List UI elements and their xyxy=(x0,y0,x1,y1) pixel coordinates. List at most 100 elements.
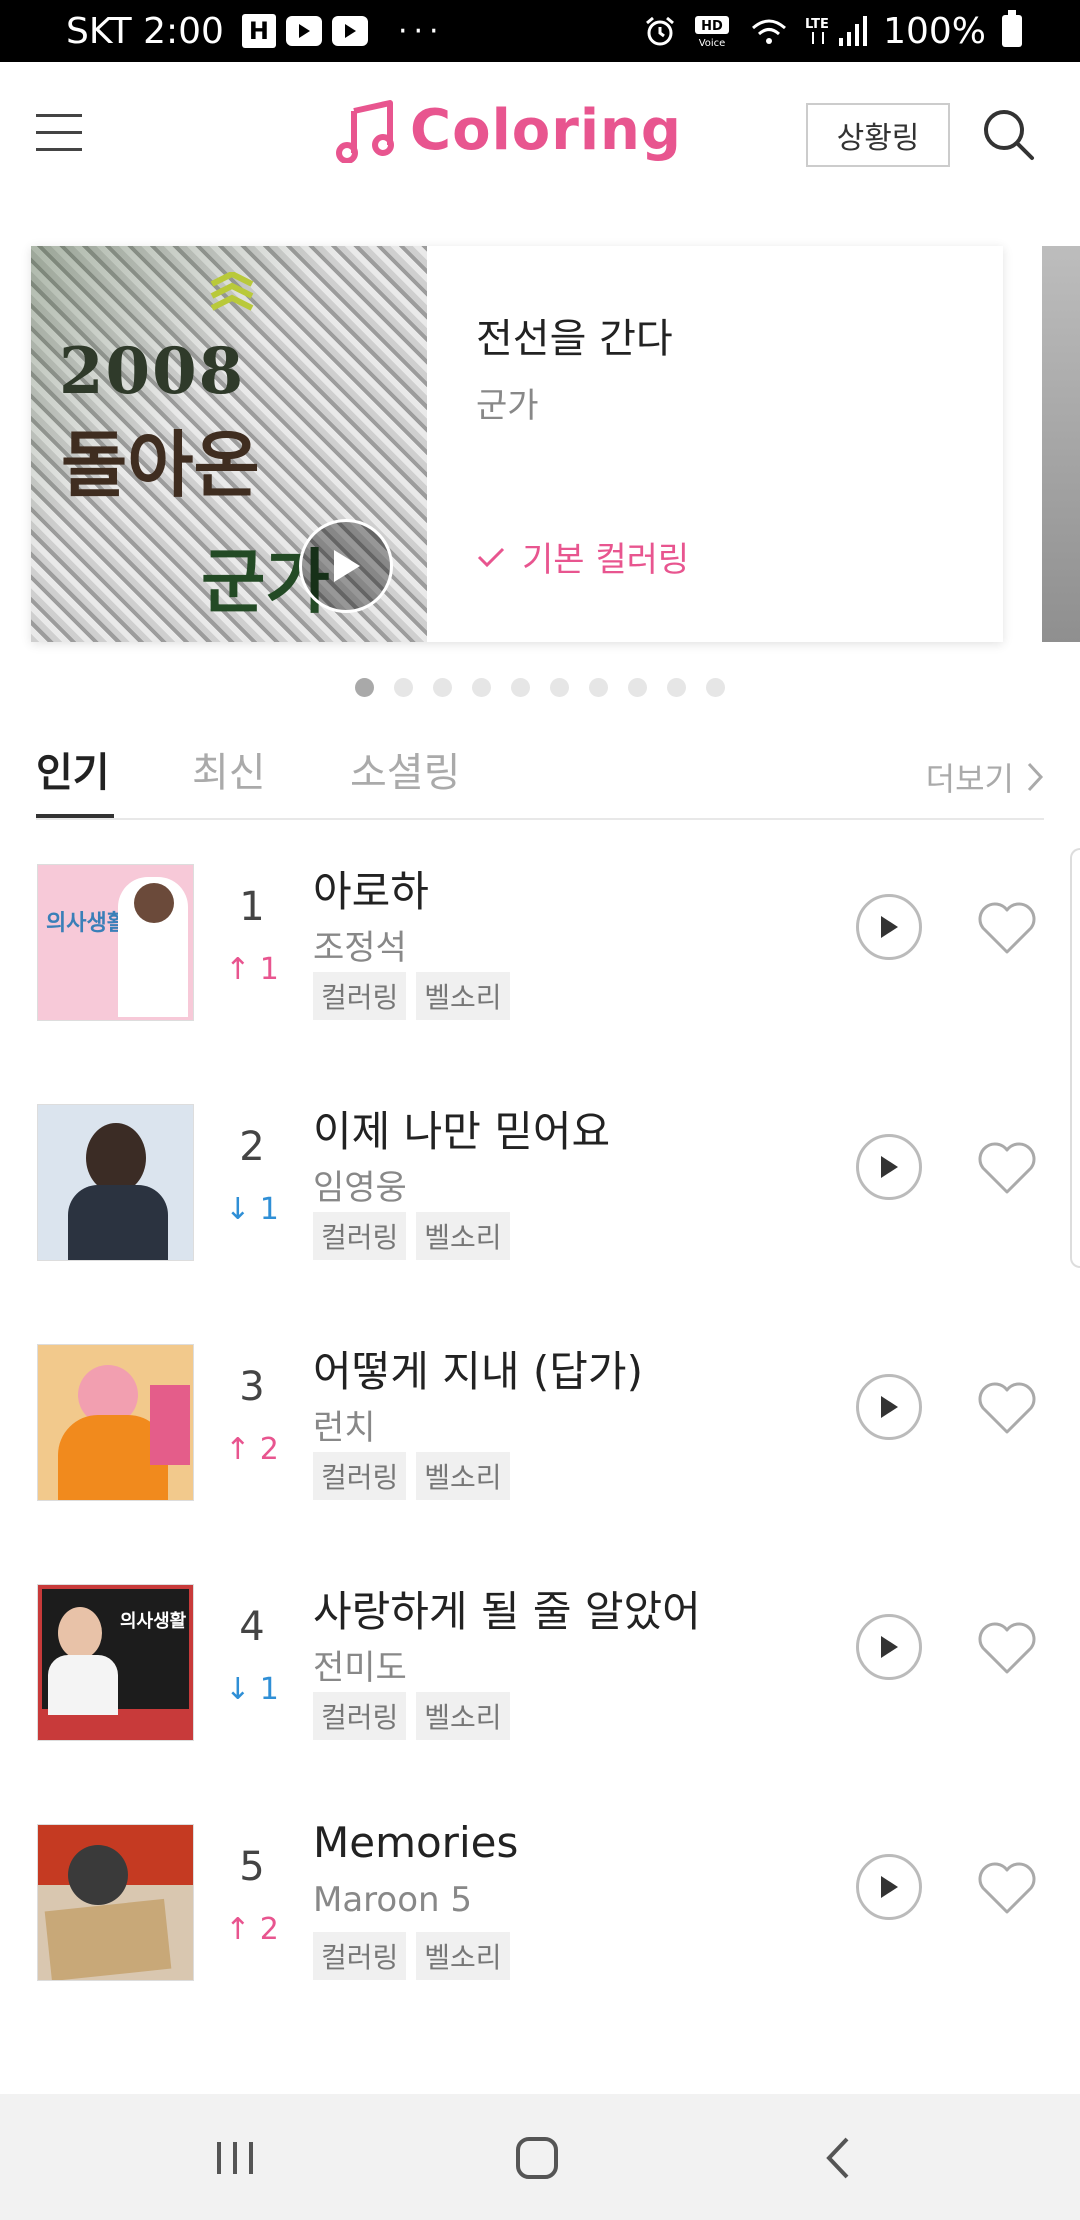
pager-dot[interactable] xyxy=(433,678,452,697)
heart-icon[interactable] xyxy=(976,900,1038,956)
list-item[interactable]: 5 ↑ 2 Memories Maroon 5 컬러링 벨소리 xyxy=(0,1818,1080,2064)
home-button[interactable] xyxy=(507,2128,567,2188)
logo-text: Coloring xyxy=(410,98,683,163)
rank-chevron-icon xyxy=(210,272,254,311)
back-button[interactable] xyxy=(808,2128,868,2188)
song-title: Memories xyxy=(313,1818,519,1867)
play-button[interactable] xyxy=(856,894,922,960)
rank-change-value: 1 xyxy=(259,1192,279,1227)
svg-text:Voice: Voice xyxy=(699,38,726,48)
rank-change: ↑ 2 xyxy=(225,1912,279,1947)
tag-coloring[interactable]: 컬러링 xyxy=(313,972,407,1020)
list-item[interactable]: 2 ↓ 1 이제 나만 믿어요 임영웅 컬러링 벨소리 xyxy=(0,1104,1080,1344)
tag-group: 컬러링 벨소리 xyxy=(313,1692,510,1740)
youtube-icon xyxy=(331,16,368,46)
heart-icon[interactable] xyxy=(976,1140,1038,1196)
banner-song-title: 전선을 간다 xyxy=(476,316,673,362)
play-button[interactable] xyxy=(856,1374,922,1440)
pager-dot[interactable] xyxy=(628,678,647,697)
play-button[interactable] xyxy=(856,1134,922,1200)
album-cover xyxy=(37,1104,194,1261)
pager-dot[interactable] xyxy=(550,678,569,697)
tab-socialring[interactable]: 소셜링 xyxy=(350,740,460,798)
situation-ring-button[interactable]: 상황링 xyxy=(806,103,950,167)
rank-change-value: 2 xyxy=(259,1912,279,1947)
artist-name: Maroon 5 xyxy=(313,1880,472,1920)
tag-coloring[interactable]: 컬러링 xyxy=(313,1692,407,1740)
chart-tabs: 인기 최신 소셜링 더보기 xyxy=(36,740,1044,820)
list-item[interactable]: 의사생활 4 ↓ 1 사랑하게 될 줄 알았어 전미도 컬러링 벨소리 xyxy=(0,1584,1080,1824)
play-icon xyxy=(881,1156,898,1178)
tag-coloring[interactable]: 컬러링 xyxy=(313,1932,407,1980)
default-coloring-label[interactable]: 기본 컬러링 xyxy=(476,532,689,581)
banner-play-button[interactable] xyxy=(299,519,393,613)
heart-icon[interactable] xyxy=(976,1860,1038,1916)
album-cover: 의사생활 xyxy=(37,1584,194,1741)
tag-group: 컬러링 벨소리 xyxy=(313,972,510,1020)
rank-change: ↑ 1 xyxy=(225,952,279,987)
song-title: 아로하 xyxy=(313,867,429,916)
pager-dot[interactable] xyxy=(706,678,725,697)
heart-icon[interactable] xyxy=(976,1620,1038,1676)
recent-apps-button[interactable] xyxy=(205,2128,265,2188)
rank-number: 2 xyxy=(239,1124,265,1170)
wifi-icon xyxy=(752,19,787,44)
featured-banner-card[interactable]: 2008 돌아온 군가 전선을 간다 군가 기본 컬러링 xyxy=(31,246,1003,642)
tag-ringtone[interactable]: 벨소리 xyxy=(416,1452,510,1500)
heart-icon[interactable] xyxy=(976,1380,1038,1436)
rank-change: ↑ 2 xyxy=(225,1432,279,1467)
rank-change-value: 1 xyxy=(259,952,279,987)
rank-number: 1 xyxy=(239,884,265,930)
tag-coloring[interactable]: 컬러링 xyxy=(313,1212,407,1260)
album-art: 2008 돌아온 군가 xyxy=(31,246,427,642)
play-icon xyxy=(881,1396,898,1418)
youtube-icon xyxy=(285,16,322,46)
tag-ringtone[interactable]: 벨소리 xyxy=(416,1932,510,1980)
pager-dot[interactable] xyxy=(472,678,491,697)
list-item[interactable]: 의사생활 1 ↑ 1 아로하 조정석 컬러링 벨소리 xyxy=(0,864,1080,1104)
album-art-year: 2008 xyxy=(59,334,246,409)
artist-name: 조정석 xyxy=(313,928,407,968)
tab-latest[interactable]: 최신 xyxy=(192,740,266,798)
more-link[interactable]: 더보기 xyxy=(926,754,1044,800)
song-title: 어떻게 지내 (답가) xyxy=(313,1347,643,1396)
artist-name: 런치 xyxy=(313,1408,376,1448)
tag-coloring[interactable]: 컬러링 xyxy=(313,1452,407,1500)
play-button[interactable] xyxy=(856,1854,922,1920)
cover-text: 의사생활 xyxy=(120,1611,187,1632)
svg-text:HD: HD xyxy=(701,19,723,34)
search-icon[interactable] xyxy=(980,106,1036,162)
app-logo[interactable]: Coloring xyxy=(336,98,682,163)
pager-dot[interactable] xyxy=(589,678,608,697)
next-banner-peek[interactable] xyxy=(1042,246,1080,642)
notification-h-icon: H xyxy=(241,14,276,48)
svg-text:LTE: LTE xyxy=(805,17,829,32)
pager-dot[interactable] xyxy=(667,678,686,697)
tag-ringtone[interactable]: 벨소리 xyxy=(416,1212,510,1260)
album-cover: 의사생활 xyxy=(37,864,194,1021)
tag-group: 컬러링 벨소리 xyxy=(313,1932,510,1980)
rank-number: 5 xyxy=(239,1844,265,1890)
pager-dot[interactable] xyxy=(394,678,413,697)
rank-change-value: 2 xyxy=(259,1432,279,1467)
active-tab-indicator xyxy=(36,814,114,818)
pager-dot[interactable] xyxy=(355,678,374,697)
app-header: Coloring 상황링 xyxy=(0,62,1080,212)
alarm-icon xyxy=(646,16,675,46)
more-label: 더보기 xyxy=(925,760,1014,798)
pager-dot[interactable] xyxy=(511,678,530,697)
album-cover xyxy=(37,1344,194,1501)
tag-ringtone[interactable]: 벨소리 xyxy=(416,1692,510,1740)
song-title: 이제 나만 믿어요 xyxy=(313,1107,611,1156)
play-button[interactable] xyxy=(856,1614,922,1680)
rank-number: 3 xyxy=(239,1364,265,1410)
chevron-right-icon xyxy=(1027,762,1044,792)
list-item[interactable]: 3 ↑ 2 어떻게 지내 (답가) 런치 컬러링 벨소리 xyxy=(0,1344,1080,1584)
hamburger-icon[interactable] xyxy=(36,114,82,154)
rank-change: ↓ 1 xyxy=(225,1672,279,1707)
tag-ringtone[interactable]: 벨소리 xyxy=(416,972,510,1020)
status-right: HD Voice LTE 100% xyxy=(643,8,1022,54)
tab-popular[interactable]: 인기 xyxy=(36,740,110,798)
album-art-title: 돌아온 xyxy=(61,423,260,507)
music-note-icon xyxy=(336,99,394,163)
